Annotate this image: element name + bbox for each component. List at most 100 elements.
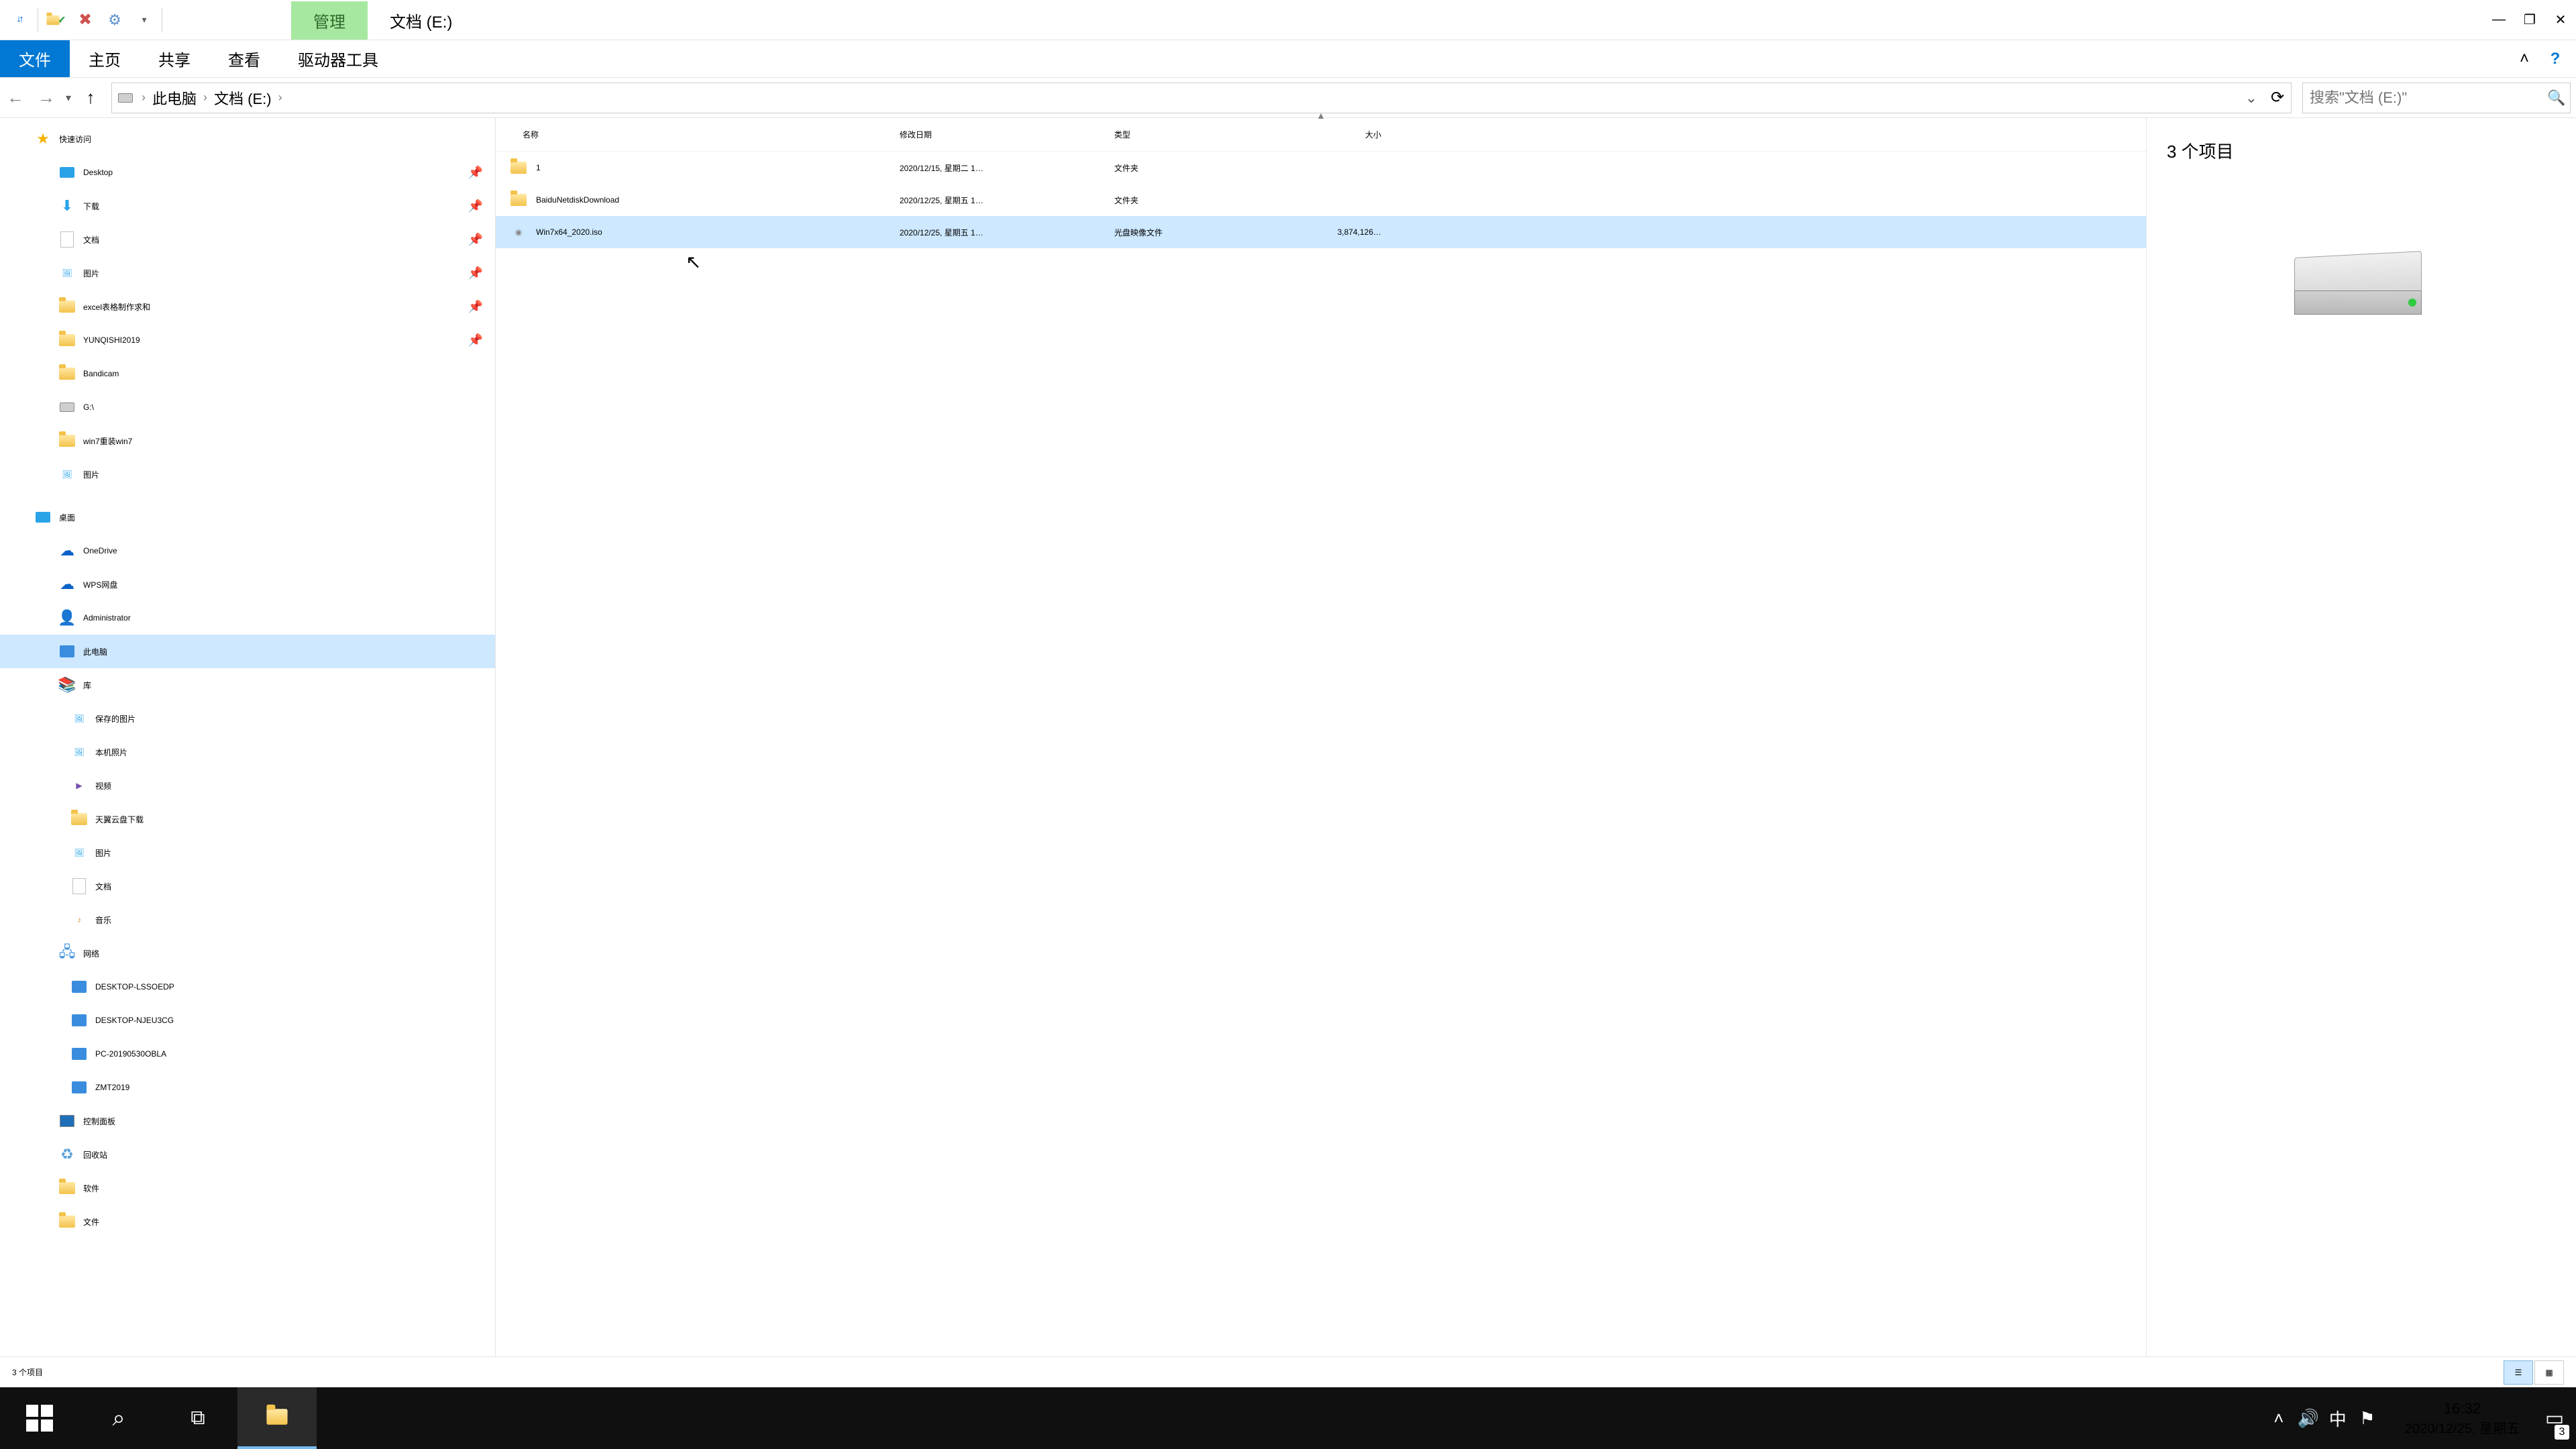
file-row[interactable]: 12020/12/15, 星期二 1…文件夹 xyxy=(496,152,2146,184)
sidebar-quickitem[interactable]: G:\ xyxy=(0,390,495,424)
column-date[interactable]: 修改日期 xyxy=(892,129,1106,140)
column-size[interactable]: 大小 xyxy=(1287,129,1401,140)
breadcrumb-sep-icon[interactable]: › xyxy=(201,91,210,105)
action-center-button[interactable]: ▭ 3 xyxy=(2533,1387,2576,1449)
tray-flag-icon[interactable]: ⚑ xyxy=(2353,1387,2382,1449)
item-icon: 🖼 xyxy=(70,743,89,761)
sidebar-quickitem[interactable]: win7重装win7 xyxy=(0,424,495,458)
ribbon-tab-file[interactable]: 文件 xyxy=(0,40,70,77)
close-button[interactable]: ✕ xyxy=(2545,0,2576,40)
taskbar-search-button[interactable]: ⌕ xyxy=(79,1387,158,1449)
sidebar-network-item[interactable]: PC-20190530OBLA xyxy=(0,1037,495,1071)
taskbar-clock[interactable]: 16:32 2020/12/25, 星期五 xyxy=(2392,1387,2533,1449)
sidebar-desktop[interactable]: 桌面 xyxy=(0,500,495,534)
ribbon-collapse-icon[interactable]: ˄ xyxy=(2509,40,2540,77)
sidebar-library-item[interactable]: 天翼云盘下载 xyxy=(0,802,495,836)
breadcrumb-pc[interactable]: 此电脑 xyxy=(148,87,201,109)
sidebar-label: 视频 xyxy=(95,780,111,792)
sidebar-library-item[interactable]: ▶视频 xyxy=(0,769,495,802)
breadcrumb-drive[interactable]: 文档 (E:) xyxy=(210,87,276,109)
qat-undo-icon[interactable]: ⚙ xyxy=(101,7,128,34)
pin-icon: 📌 xyxy=(468,166,483,180)
file-row[interactable]: BaiduNetdiskDownload2020/12/25, 星期五 1…文件… xyxy=(496,184,2146,216)
sidebar-tail-item[interactable]: 文件 xyxy=(0,1205,495,1238)
address-dropdown-icon[interactable]: ⌄ xyxy=(2238,89,2265,107)
sidebar-label: 控制面板 xyxy=(83,1116,115,1127)
sidebar-quickitem[interactable]: YUNQISHI2019📌 xyxy=(0,323,495,357)
sidebar-quickitem[interactable]: excel表格制作求和📌 xyxy=(0,290,495,323)
sidebar-network-item[interactable]: DESKTOP-LSSOEDP xyxy=(0,970,495,1004)
pc-icon xyxy=(70,1044,89,1063)
contextual-tab-manage[interactable]: 管理 xyxy=(291,1,368,40)
sidebar-quickitem[interactable]: Desktop📌 xyxy=(0,156,495,189)
ribbon-tab-home[interactable]: 主页 xyxy=(70,40,140,77)
sidebar-label: 快速访问 xyxy=(59,133,91,145)
sidebar-label: 网络 xyxy=(83,948,99,959)
sidebar-label: YUNQISHI2019 xyxy=(83,335,140,345)
help-button[interactable]: ? xyxy=(2540,40,2571,77)
taskbar-taskview-button[interactable]: ⧉ xyxy=(158,1387,237,1449)
breadcrumb-sep-icon[interactable]: › xyxy=(139,91,148,105)
sidebar-desktop-item[interactable]: 👤Administrator xyxy=(0,601,495,635)
sidebar-desktop-item[interactable]: ☁WPS网盘 xyxy=(0,568,495,601)
tray-volume-icon[interactable]: 🔊 xyxy=(2294,1387,2323,1449)
column-type[interactable]: 类型 xyxy=(1106,129,1287,140)
sidebar-network[interactable]: 🖧网络 xyxy=(0,936,495,970)
nav-history-dropdown[interactable]: ▾ xyxy=(62,91,75,105)
sidebar-library-item[interactable]: 文档 xyxy=(0,869,495,903)
sidebar-network-item[interactable]: ZMT2019 xyxy=(0,1071,495,1104)
sidebar-quickitem[interactable]: ⬇下载📌 xyxy=(0,189,495,223)
item-icon xyxy=(58,642,76,661)
sidebar-library-item[interactable]: 🖼本机照片 xyxy=(0,735,495,769)
sidebar-library-item[interactable]: 🖼图片 xyxy=(0,836,495,869)
sidebar-library-item[interactable]: ♪音乐 xyxy=(0,903,495,936)
view-thumbnails-button[interactable]: ▦ xyxy=(2534,1360,2564,1385)
file-icon xyxy=(509,191,528,209)
search-icon[interactable]: 🔍 xyxy=(2543,89,2570,107)
sidebar-quickitem[interactable]: 🖼图片📌 xyxy=(0,256,495,290)
view-details-button[interactable]: ☰ xyxy=(2504,1360,2533,1385)
item-icon: ☁ xyxy=(58,575,76,594)
sidebar-tail-item[interactable]: 软件 xyxy=(0,1171,495,1205)
search-input[interactable] xyxy=(2303,89,2543,107)
start-button[interactable] xyxy=(0,1387,79,1449)
file-row[interactable]: ◉Win7x64_2020.iso2020/12/25, 星期五 1…光盘映像文… xyxy=(496,216,2146,248)
sidebar-quickitem[interactable]: 🖼图片 xyxy=(0,458,495,491)
sidebar-tail-item[interactable]: 控制面板 xyxy=(0,1104,495,1138)
item-icon: 🖼 xyxy=(58,465,76,484)
address-bar[interactable]: › 此电脑 › 文档 (E:) › ⌄ ⟳ xyxy=(111,83,2292,113)
ribbon-tab-drive-tools[interactable]: 驱动器工具 xyxy=(279,40,397,77)
qat-app-icon[interactable]: ⮃ xyxy=(7,7,34,34)
sidebar-desktop-item[interactable]: 此电脑 xyxy=(0,635,495,668)
maximize-button[interactable]: ❐ xyxy=(2514,0,2545,40)
sidebar-quickitem[interactable]: Bandicam xyxy=(0,357,495,390)
refresh-button[interactable]: ⟳ xyxy=(2264,88,2291,107)
file-name: BaiduNetdiskDownload xyxy=(536,195,619,205)
file-type: 光盘映像文件 xyxy=(1106,227,1287,238)
qat-dropdown-icon[interactable]: ▾ xyxy=(131,7,158,34)
sidebar-quick-access[interactable]: ★快速访问 xyxy=(0,122,495,156)
quick-access-toolbar: ⮃ ✔ ✖ ⚙ ▾ xyxy=(0,0,170,40)
search-box[interactable]: 🔍 xyxy=(2302,83,2571,113)
window-title: 文档 (E:) xyxy=(368,1,474,40)
tray-overflow-icon[interactable]: ˄ xyxy=(2264,1387,2294,1449)
taskbar-explorer-button[interactable] xyxy=(237,1387,317,1449)
sidebar-library-item[interactable]: 🖼保存的图片 xyxy=(0,702,495,735)
qat-new-folder-icon[interactable]: ✖ xyxy=(72,7,99,34)
ribbon-tab-view[interactable]: 查看 xyxy=(209,40,279,77)
qat-properties-icon[interactable]: ✔ xyxy=(42,7,69,34)
ribbon-tab-share[interactable]: 共享 xyxy=(140,40,209,77)
breadcrumb-sep-icon[interactable]: › xyxy=(276,91,285,105)
file-icon xyxy=(509,158,528,177)
sidebar-desktop-item[interactable]: ☁OneDrive xyxy=(0,534,495,568)
sidebar-desktop-item[interactable]: 📚库 xyxy=(0,668,495,702)
tray-ime-icon[interactable]: 中 xyxy=(2323,1387,2353,1449)
sidebar-tail-item[interactable]: ♻回收站 xyxy=(0,1138,495,1171)
minimize-button[interactable]: — xyxy=(2483,0,2514,40)
sidebar-network-item[interactable]: DESKTOP-NJEU3CG xyxy=(0,1004,495,1037)
sidebar-quickitem[interactable]: 文档📌 xyxy=(0,223,495,256)
clock-time: 16:32 xyxy=(2444,1400,2481,1417)
column-name[interactable]: 名称 xyxy=(496,129,892,140)
nav-up-button[interactable]: ↑ xyxy=(75,83,106,113)
nav-back-button[interactable]: ← xyxy=(0,83,31,113)
